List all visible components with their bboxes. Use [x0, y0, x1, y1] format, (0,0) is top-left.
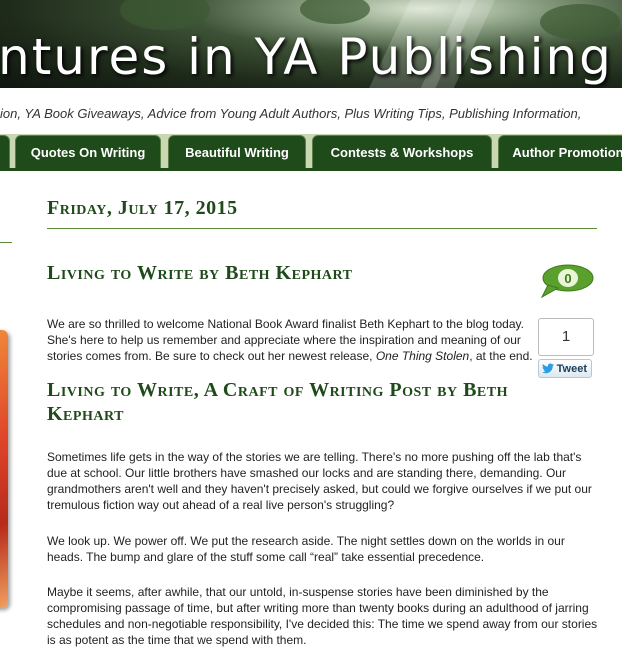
- post-paragraph: We look up. We power off. We put the res…: [47, 534, 565, 564]
- blog-header-banner[interactable]: ntures in YA Publishing: [0, 0, 622, 88]
- tweet-button[interactable]: Tweet: [538, 359, 592, 378]
- date-divider: [47, 228, 597, 229]
- post-intro: We are so thrilled to welcome National B…: [47, 316, 535, 364]
- speech-bubble-icon: 0: [540, 264, 594, 299]
- tab-author-promotion[interactable]: Author Promotion: [498, 135, 622, 169]
- tab-quotes-on-writing[interactable]: Quotes On Writing: [15, 135, 161, 169]
- twitter-bird-icon: [542, 363, 554, 374]
- comment-count: 0: [564, 271, 571, 286]
- foliage: [120, 0, 210, 30]
- tab-beautiful-writing[interactable]: Beautiful Writing: [168, 135, 306, 169]
- nav-bar: Quotes On Writing Beautiful Writing Cont…: [0, 134, 622, 170]
- intro-text-end: , at the end.: [469, 349, 533, 363]
- blog-tagline: ion, YA Book Giveaways, Advice from Youn…: [0, 88, 622, 134]
- nav-underline: [0, 168, 622, 171]
- post-heading: Living to Write, A Craft of Writing Post…: [47, 379, 508, 425]
- book-title: One Thing Stolen: [375, 349, 470, 363]
- tab-partial[interactable]: [0, 135, 10, 169]
- blog-title: ntures in YA Publishing: [0, 28, 613, 86]
- tweet-count-box: 1: [538, 318, 594, 356]
- sidebar-divider: [0, 242, 12, 243]
- comment-count-bubble[interactable]: 0: [540, 263, 594, 299]
- post-title[interactable]: Living to Write by Beth Kephart: [47, 262, 352, 285]
- tab-contests-workshops[interactable]: Contests & Workshops: [312, 135, 492, 169]
- foliage: [300, 0, 370, 24]
- post-paragraph: Sometimes life gets in the way of the st…: [47, 450, 592, 512]
- post-paragraph: Maybe it seems, after awhile, that our u…: [47, 585, 598, 647]
- tweet-label: Tweet: [556, 363, 587, 375]
- post-date: Friday, July 17, 2015: [47, 197, 238, 219]
- sidebar-book-cover[interactable]: [0, 330, 8, 608]
